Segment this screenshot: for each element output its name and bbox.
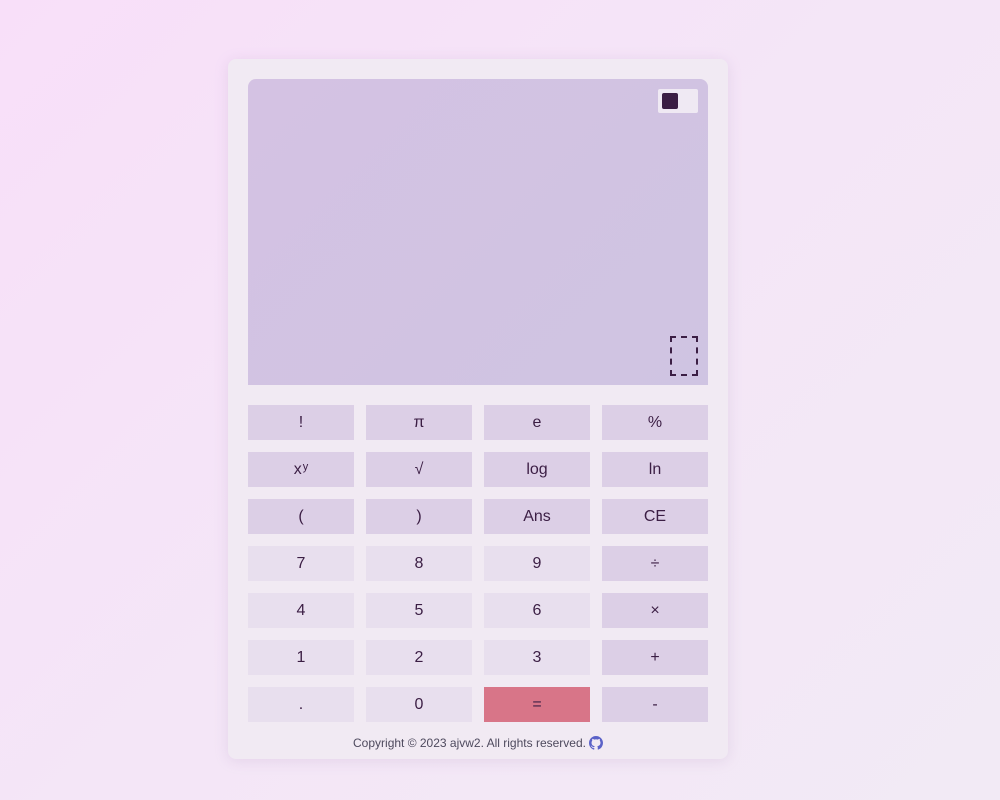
log-button[interactable]: log [484, 452, 590, 487]
digit-2-button[interactable]: 2 [366, 640, 472, 675]
digit-0-button[interactable]: 0 [366, 687, 472, 722]
keypad: ! π e % xy √ log ln ( ) Ans CE 7 8 9 ÷ 4… [248, 405, 708, 722]
calculator: ! π e % xy √ log ln ( ) Ans CE 7 8 9 ÷ 4… [228, 59, 728, 759]
pi-button[interactable]: π [366, 405, 472, 440]
factorial-button[interactable]: ! [248, 405, 354, 440]
digit-9-button[interactable]: 9 [484, 546, 590, 581]
equals-button[interactable]: = [484, 687, 590, 722]
digit-4-button[interactable]: 4 [248, 593, 354, 628]
left-paren-button[interactable]: ( [248, 499, 354, 534]
github-icon[interactable] [588, 736, 603, 750]
digit-3-button[interactable]: 3 [484, 640, 590, 675]
divide-button[interactable]: ÷ [602, 546, 708, 581]
theme-toggle[interactable] [658, 89, 698, 113]
digit-7-button[interactable]: 7 [248, 546, 354, 581]
power-button[interactable]: xy [248, 452, 354, 487]
percent-button[interactable]: % [602, 405, 708, 440]
digit-1-button[interactable]: 1 [248, 640, 354, 675]
decimal-point-button[interactable]: . [248, 687, 354, 722]
calculator-display [248, 79, 708, 385]
minus-button[interactable]: - [602, 687, 708, 722]
input-cursor [670, 336, 698, 376]
footer: Copyright © 2023 ajvw2. All rights reser… [228, 736, 728, 750]
ln-button[interactable]: ln [602, 452, 708, 487]
copyright-text: Copyright © 2023 ajvw2. All rights reser… [353, 736, 586, 750]
power-exponent-label: y [302, 460, 309, 473]
digit-6-button[interactable]: 6 [484, 593, 590, 628]
sqrt-button[interactable]: √ [366, 452, 472, 487]
digit-8-button[interactable]: 8 [366, 546, 472, 581]
plus-button[interactable]: + [602, 640, 708, 675]
ans-button[interactable]: Ans [484, 499, 590, 534]
theme-toggle-knob [662, 93, 678, 109]
power-base-label: x [293, 460, 302, 478]
clear-entry-button[interactable]: CE [602, 499, 708, 534]
e-button[interactable]: e [484, 405, 590, 440]
right-paren-button[interactable]: ) [366, 499, 472, 534]
digit-5-button[interactable]: 5 [366, 593, 472, 628]
multiply-button[interactable]: × [602, 593, 708, 628]
